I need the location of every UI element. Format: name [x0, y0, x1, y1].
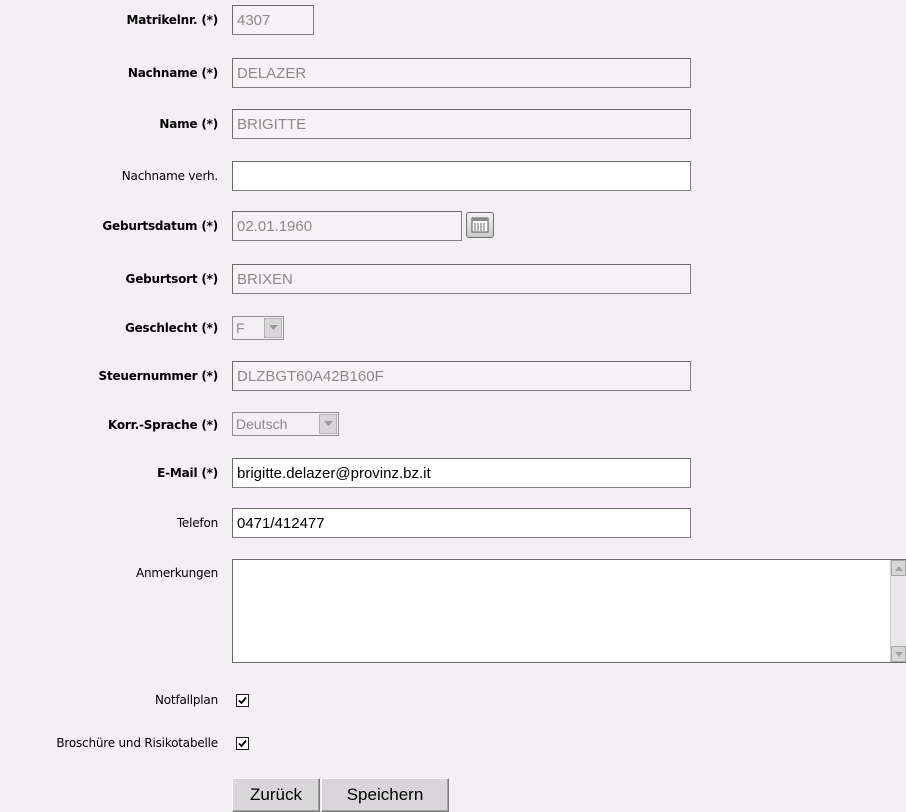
geburtsdatum-row: Geburtsdatum (*) 02.01.1960: [0, 210, 906, 242]
calendar-button[interactable]: [466, 212, 494, 238]
geburtsdatum-field[interactable]: 02.01.1960: [232, 211, 462, 241]
geburtsort-label: Geburtsort (*): [125, 272, 219, 286]
matrikelnr-label: Matrikelnr. (*): [126, 13, 219, 27]
notfallplan-checkbox[interactable]: [236, 694, 249, 707]
korr-sprache-label: Korr.-Sprache (*): [107, 418, 218, 432]
email-field[interactable]: brigitte.delazer@provinz.bz.it: [232, 458, 691, 488]
chevron-down-icon[interactable]: [319, 414, 337, 434]
matrikelnr-field[interactable]: 4307: [232, 5, 314, 35]
geschlecht-value: F: [236, 320, 245, 336]
chevron-down-icon[interactable]: [264, 318, 282, 338]
nachname-field[interactable]: DELAZER: [232, 58, 691, 88]
nachname-row: Nachname (*) DELAZER: [0, 57, 906, 89]
nachname-label: Nachname (*): [127, 66, 218, 80]
back-button[interactable]: Zurück: [232, 778, 320, 812]
notfallplan-row: Notfallplan: [0, 684, 906, 716]
steuernummer-row: Steuernummer (*) DLZBGT60A42B160F: [0, 360, 906, 392]
calendar-icon: [471, 217, 489, 233]
scroll-up-icon[interactable]: [891, 560, 906, 576]
geschlecht-label: Geschlecht (*): [124, 321, 218, 335]
geburtsort-row: Geburtsort (*) BRIXEN: [0, 263, 906, 295]
geburtsort-field[interactable]: BRIXEN: [232, 264, 691, 294]
nachname-verh-label: Nachname verh.: [121, 169, 218, 183]
email-row: E-Mail (*) brigitte.delazer@provinz.bz.i…: [0, 457, 906, 489]
checkmark-icon: [238, 696, 247, 705]
nachname-verh-row: Nachname verh.: [0, 160, 906, 192]
broschuere-checkbox[interactable]: [236, 737, 249, 750]
name-row: Name (*) BRIGITTE: [0, 108, 906, 140]
korr-sprache-row: Korr.-Sprache (*) Deutsch: [0, 409, 906, 441]
geschlecht-select[interactable]: F: [232, 316, 284, 340]
korr-sprache-select[interactable]: Deutsch: [232, 412, 339, 436]
anmerkungen-label: Anmerkungen: [135, 566, 218, 580]
geschlecht-row: Geschlecht (*) F: [0, 312, 906, 344]
checkmark-icon: [238, 739, 247, 748]
telefon-row: Telefon 0471/412477: [0, 507, 906, 539]
matrikelnr-row: Matrikelnr. (*) 4307: [0, 4, 906, 36]
steuernummer-field[interactable]: DLZBGT60A42B160F: [232, 361, 691, 391]
textarea-scrollbar[interactable]: [890, 560, 906, 662]
steuernummer-label: Steuernummer (*): [98, 369, 219, 383]
anmerkungen-textarea[interactable]: [232, 559, 906, 663]
broschuere-row: Broschüre und Risikotabelle: [0, 727, 906, 759]
email-label: E-Mail (*): [157, 466, 218, 480]
notfallplan-label: Notfallplan: [155, 693, 218, 707]
nachname-verh-field[interactable]: [232, 161, 691, 191]
name-field[interactable]: BRIGITTE: [232, 109, 691, 139]
scroll-down-icon[interactable]: [891, 646, 906, 662]
name-label: Name (*): [159, 117, 218, 131]
telefon-field[interactable]: 0471/412477: [232, 508, 691, 538]
geburtsdatum-label: Geburtsdatum (*): [102, 219, 218, 233]
korr-sprache-value: Deutsch: [236, 416, 288, 432]
telefon-label: Telefon: [176, 516, 218, 530]
save-button[interactable]: Speichern: [321, 778, 449, 812]
broschuere-label: Broschüre und Risikotabelle: [56, 736, 218, 750]
